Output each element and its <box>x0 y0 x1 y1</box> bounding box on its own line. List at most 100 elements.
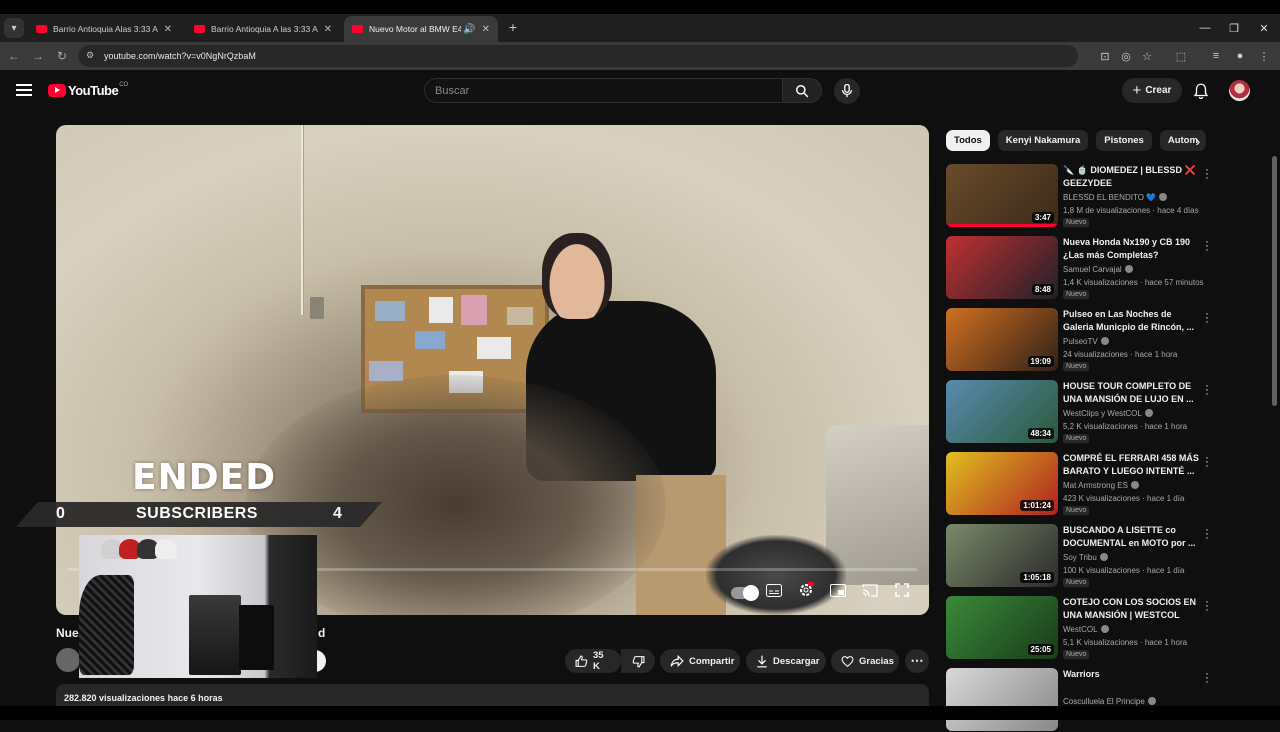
verified-icon <box>1130 481 1139 489</box>
browser-menu-icon[interactable]: ⋮ <box>1256 48 1272 64</box>
video-meta: 1,8 M de visualizaciones · hace 4 días <box>1063 206 1199 215</box>
verified-icon <box>1159 193 1168 201</box>
site-info-icon[interactable]: ⚙ <box>86 50 98 62</box>
address-bar[interactable]: ⚙ youtube.com/watch?v=v0NgNrQzbaM <box>78 45 1078 67</box>
eye-off-icon[interactable]: ◎ <box>1118 48 1134 64</box>
tab-close-icon[interactable]: ✕ <box>324 24 332 35</box>
video-meta: 5,1 K visualizaciones · hace 1 hora <box>1063 638 1188 647</box>
media-control-icon[interactable]: ≡ <box>1208 48 1224 64</box>
video-title[interactable]: 🔪 🍵 DIOMEDEZ | BLESSD ❌ GEEZYDEE <box>1063 164 1201 190</box>
recommended-video[interactable]: 1:01:24 COMPRÉ EL FERRARI 458 MÁS BARATO … <box>946 452 1216 516</box>
recommended-video[interactable]: 25:05 COTEJO CON LOS SOCIOS EN UNA MANSIÓ… <box>946 596 1216 660</box>
video-thumbnail[interactable]: 8:48 <box>946 236 1058 299</box>
new-badge: Nuevo <box>1063 578 1090 587</box>
channel-name[interactable]: BLESSD EL BENDITO 💙 <box>1063 193 1168 202</box>
subtitles-icon[interactable] <box>763 579 785 601</box>
minimize-icon[interactable]: — <box>1190 14 1220 42</box>
browser-tab-1[interactable]: Barrio Antioquia Alas 3:33 A.M ✕ <box>28 16 180 42</box>
video-thumbnail[interactable] <box>946 668 1058 731</box>
chip-pistones[interactable]: Pistones <box>1096 130 1152 151</box>
like-button[interactable]: 35 K <box>565 649 621 673</box>
more-options-icon[interactable]: · · · <box>1204 237 1210 256</box>
recommended-video[interactable]: 3:47 🔪 🍵 DIOMEDEZ | BLESSD ❌ GEEZYDEE BLES… <box>946 164 1216 228</box>
chip-kenyi-nakamura[interactable]: Kenyi Nakamura <box>997 130 1089 151</box>
channel-name[interactable]: Mat Armstrong ES <box>1063 481 1139 490</box>
video-title[interactable]: COMPRÉ EL FERRARI 458 MÁS BARATO Y LUEGO… <box>1063 452 1201 478</box>
browser-tab-2[interactable]: Barrio Antioquia A las 3:33 A.M ✕ <box>186 16 340 42</box>
create-button[interactable]: + Crear <box>1122 78 1182 103</box>
forward-arrow-icon[interactable]: → <box>30 48 46 64</box>
channel-name[interactable]: Cosculluela El Principe <box>1063 697 1156 706</box>
recommended-video[interactable]: 19:09 Pulseo en Las Noches de Galeria Mun… <box>946 308 1216 372</box>
channel-avatar[interactable] <box>56 648 80 672</box>
video-thumbnail[interactable]: 19:09 <box>946 308 1058 371</box>
install-app-icon[interactable]: ⊡ <box>1097 48 1113 64</box>
search-button[interactable] <box>782 78 822 103</box>
notifications-bell-icon[interactable] <box>1192 82 1210 100</box>
page-scrollbar[interactable] <box>1272 156 1277 406</box>
more-options-icon[interactable]: · · · <box>1204 453 1210 472</box>
recommended-video[interactable]: 48:34 HOUSE TOUR COMPLETO DE UNA MANSIÓN … <box>946 380 1216 444</box>
autoplay-toggle[interactable] <box>731 579 759 601</box>
recommended-video[interactable]: WarriorsCosculluela El Principe5,3 M de … <box>946 668 1216 732</box>
close-window-icon[interactable]: ✕ <box>1249 14 1279 42</box>
new-badge: Nuevo <box>1063 362 1090 371</box>
download-button[interactable]: Descargar <box>746 649 826 673</box>
search-input[interactable] <box>425 79 782 102</box>
more-options-icon[interactable]: · · · <box>1204 525 1210 544</box>
more-options-icon[interactable]: · · · <box>1204 669 1210 688</box>
channel-name[interactable]: Samuel Carvajal <box>1063 265 1133 274</box>
channel-name[interactable]: WestClips y WestCOL <box>1063 409 1153 418</box>
tab-audio-icon[interactable]: 🔊 <box>463 24 475 35</box>
bookmark-star-icon[interactable]: ☆ <box>1139 48 1155 64</box>
share-button[interactable]: Compartir <box>660 649 740 673</box>
chevron-right-icon[interactable]: › <box>1190 133 1206 149</box>
video-thumbnail[interactable]: 1:05:18 <box>946 524 1058 587</box>
thanks-button[interactable]: Gracias <box>831 649 899 673</box>
video-thumbnail[interactable]: 25:05 <box>946 596 1058 659</box>
profile-avatar-icon[interactable]: ● <box>1232 48 1248 64</box>
more-actions-icon[interactable]: ⋯ <box>905 649 929 673</box>
tab-search-dropdown-icon[interactable]: ▾ <box>4 18 24 38</box>
extensions-icon[interactable]: ⬚ <box>1173 48 1189 64</box>
more-options-icon[interactable]: · · · <box>1204 309 1210 328</box>
subscriber-count-left: 0 <box>56 505 65 522</box>
back-arrow-icon[interactable]: ← <box>6 48 22 64</box>
miniplayer-icon[interactable] <box>827 579 849 601</box>
recommended-video[interactable]: 1:05:18 BUSCANDO A LISETTE co DOCUMENTAL … <box>946 524 1216 588</box>
cast-icon[interactable] <box>859 579 881 601</box>
video-title[interactable]: HOUSE TOUR COMPLETO DE UNA MANSIÓN DE LU… <box>1063 380 1201 406</box>
settings-gear-icon[interactable] <box>795 579 817 601</box>
youtube-logo[interactable]: YouTube CO <box>48 82 128 98</box>
video-title[interactable]: Nueva Honda Nx190 y CB 190 ¿Las más Comp… <box>1063 236 1201 262</box>
browser-tab-3-active[interactable]: Nuevo Motor al BMW E46 🔊 ✕ <box>344 16 498 42</box>
recommended-video[interactable]: 8:48 Nueva Honda Nx190 y CB 190 ¿Las más … <box>946 236 1216 300</box>
video-meta: 1,4 K visualizaciones · hace 57 minutos <box>1063 278 1204 287</box>
restore-icon[interactable]: ❐ <box>1219 14 1249 42</box>
more-options-icon[interactable]: · · · <box>1204 597 1210 616</box>
channel-name[interactable]: PulseoTV <box>1063 337 1109 346</box>
video-thumbnail[interactable]: 1:01:24 <box>946 452 1058 515</box>
new-tab-button[interactable]: + <box>504 18 522 36</box>
account-avatar[interactable] <box>1229 80 1250 101</box>
video-thumbnail[interactable]: 3:47 <box>946 164 1058 227</box>
more-options-icon[interactable]: · · · <box>1204 165 1210 184</box>
hamburger-menu-icon[interactable] <box>16 82 32 98</box>
duration-badge: 25:05 <box>1027 644 1054 655</box>
video-title[interactable]: BUSCANDO A LISETTE co DOCUMENTAL en MOTO… <box>1063 524 1201 550</box>
fullscreen-icon[interactable] <box>891 579 913 601</box>
chip-all[interactable]: Todos <box>946 130 990 151</box>
video-title[interactable]: Warriors <box>1063 668 1201 681</box>
tab-close-icon[interactable]: ✕ <box>482 24 490 35</box>
video-thumbnail[interactable]: 48:34 <box>946 380 1058 443</box>
more-options-icon[interactable]: · · · <box>1204 381 1210 400</box>
channel-name[interactable]: Soy Tribu <box>1063 553 1108 562</box>
dislike-button[interactable] <box>621 649 655 673</box>
tab-close-icon[interactable]: ✕ <box>164 24 172 35</box>
video-title[interactable]: COTEJO CON LOS SOCIOS EN UNA MANSIÓN | W… <box>1063 596 1201 622</box>
channel-name[interactable]: WestCOL <box>1063 625 1109 634</box>
video-title[interactable]: Pulseo en Las Noches de Galeria Municpio… <box>1063 308 1201 334</box>
voice-search-button[interactable] <box>834 78 860 104</box>
reload-icon[interactable]: ↻ <box>54 48 70 64</box>
thumbs-down-icon <box>632 655 644 667</box>
